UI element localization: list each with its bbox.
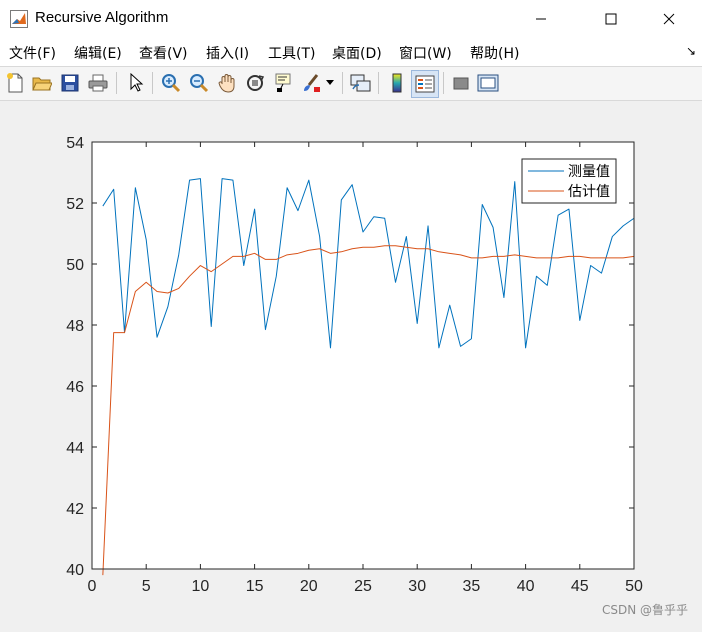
x-tick-label: 10: [192, 578, 210, 595]
x-tick-label: 35: [463, 578, 481, 595]
save-icon[interactable]: [58, 71, 82, 95]
x-tick-label: 40: [517, 578, 535, 595]
x-tick-label: 5: [142, 578, 151, 595]
y-tick-label: 46: [66, 379, 84, 396]
x-tick-label: 50: [625, 578, 643, 595]
menu-view[interactable]: 查看(V): [139, 43, 188, 63]
csdn-watermark: CSDN @鲁乎乎: [601, 603, 688, 617]
menu-desktop[interactable]: 桌面(D): [332, 43, 382, 63]
show-plot-tools-icon[interactable]: [476, 71, 500, 95]
y-tick-label: 40: [66, 562, 84, 579]
figure-toolbar: [0, 67, 702, 101]
matlab-app-icon: [10, 10, 28, 28]
legend-icon[interactable]: [411, 70, 439, 98]
toolbar-separator: [152, 72, 153, 94]
menu-edit[interactable]: 编辑(E): [74, 43, 122, 63]
minimize-button[interactable]: [518, 0, 564, 38]
colorbar-icon[interactable]: [385, 71, 409, 95]
x-tick-label: 20: [300, 578, 318, 595]
maximize-button[interactable]: [588, 0, 634, 38]
maximize-icon: [605, 13, 617, 25]
menu-tools[interactable]: 工具(T): [268, 43, 315, 63]
toolbar-separator: [443, 72, 444, 94]
y-tick-label: 52: [66, 196, 84, 213]
menu-overflow-icon[interactable]: ↘: [686, 44, 696, 58]
menu-bar: 文件(F) 编辑(E) 查看(V) 插入(I) 工具(T) 桌面(D) 窗口(W…: [0, 38, 702, 67]
hide-plot-tools-icon[interactable]: [449, 71, 473, 95]
y-tick-label: 50: [66, 257, 84, 274]
data-cursor-icon[interactable]: [271, 71, 295, 95]
zoom-in-icon[interactable]: [159, 71, 183, 95]
figure-canvas: 0 5 10 15 20 25 30 35 40 45 50 40 42 44 46 48 50 52 54 测量值估…: [0, 101, 702, 628]
line-chart[interactable]: 0 5 10 15 20 25 30 35 40 45 50 40 42 44 46 48 50 52 54 测量值估…: [0, 101, 702, 628]
close-icon: [663, 13, 675, 25]
y-tick-label: 42: [66, 501, 84, 518]
x-tick-label: 45: [571, 578, 589, 595]
pan-icon[interactable]: [215, 71, 239, 95]
link-plot-icon[interactable]: [349, 71, 373, 95]
window-title: Recursive Algorithm: [35, 9, 169, 26]
menu-file[interactable]: 文件(F): [9, 43, 56, 63]
plot-area: [92, 142, 634, 569]
brush-dropdown-icon[interactable]: [323, 71, 337, 95]
y-tick-label: 48: [66, 318, 84, 335]
open-file-icon[interactable]: [30, 71, 54, 95]
rotate-3d-icon[interactable]: [243, 71, 267, 95]
y-tick-label: 54: [66, 135, 84, 152]
x-tick-label: 30: [408, 578, 426, 595]
menu-insert[interactable]: 插入(I): [206, 43, 249, 63]
toolbar-separator: [116, 72, 117, 94]
minimize-icon: [536, 18, 546, 20]
toolbar-separator: [378, 72, 379, 94]
menu-window[interactable]: 窗口(W): [399, 43, 452, 63]
title-bar: Recursive Algorithm: [0, 0, 702, 38]
y-tick-label: 44: [66, 440, 84, 457]
x-tick-label: 25: [354, 578, 372, 595]
zoom-out-icon[interactable]: [187, 71, 211, 95]
x-tick-label: 0: [88, 578, 97, 595]
pointer-icon[interactable]: [124, 71, 148, 95]
new-figure-icon[interactable]: [3, 71, 27, 95]
toolbar-separator: [342, 72, 343, 94]
brush-icon[interactable]: [299, 71, 323, 95]
close-button[interactable]: [646, 0, 692, 38]
menu-help[interactable]: 帮助(H): [470, 43, 519, 63]
legend-label: 估计值: [568, 184, 610, 200]
x-tick-label: 15: [246, 578, 264, 595]
print-icon[interactable]: [86, 71, 110, 95]
legend-label: 测量值: [568, 164, 610, 180]
